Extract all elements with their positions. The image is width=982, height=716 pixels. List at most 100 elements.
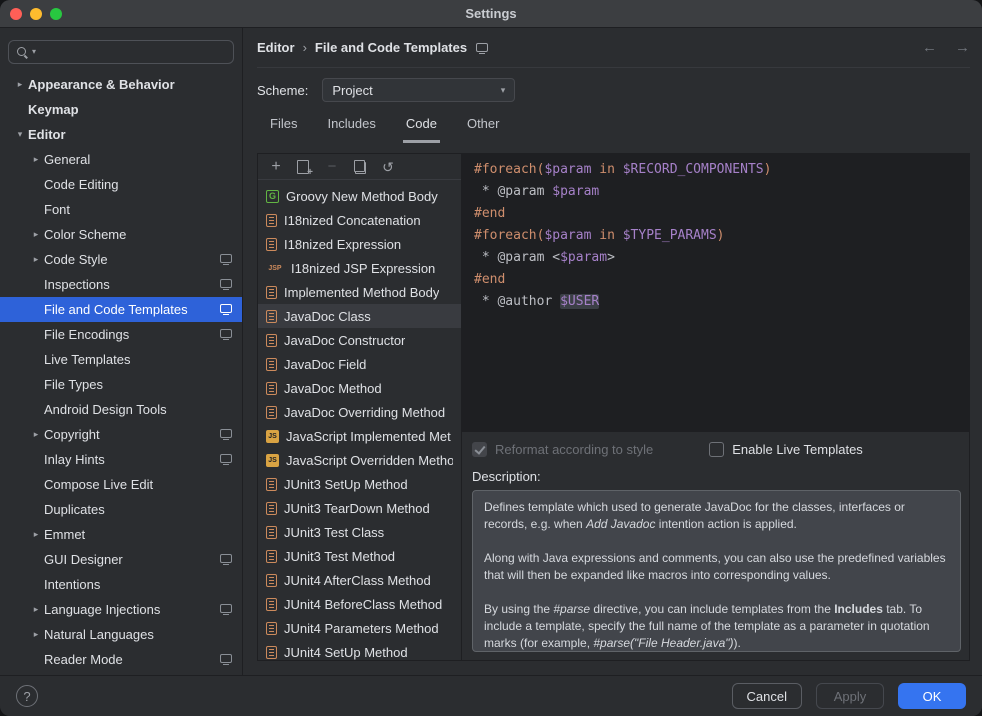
minimize-button[interactable] — [30, 8, 42, 20]
sidebar-item-duplicates[interactable]: Duplicates — [0, 497, 242, 522]
sidebar-item-editor[interactable]: ▾Editor — [0, 122, 242, 147]
monitor-icon — [220, 654, 232, 663]
template-item-javadoc-field[interactable]: JavaDoc Field — [258, 352, 461, 376]
window-controls — [0, 8, 62, 20]
template-item-junit4-setup-method[interactable]: JUnit4 SetUp Method — [258, 640, 461, 660]
sidebar-item-label: Intentions — [44, 577, 100, 592]
template-item-javascript-overridden-metho[interactable]: JSJavaScript Overridden Metho — [258, 448, 461, 472]
sidebar-item-live-templates[interactable]: Live Templates — [0, 347, 242, 372]
chevron-right-icon[interactable]: ▸ — [28, 255, 44, 264]
template-item-label: JavaDoc Constructor — [284, 333, 405, 348]
template-item-label: I18nized Concatenation — [284, 213, 421, 228]
monitor-icon — [220, 429, 232, 438]
close-button[interactable] — [10, 8, 22, 20]
template-item-javadoc-overriding-method[interactable]: JavaDoc Overriding Method — [258, 400, 461, 424]
template-item-junit3-teardown-method[interactable]: JUnit3 TearDown Method — [258, 496, 461, 520]
sidebar-item-reader-mode[interactable]: Reader Mode — [0, 647, 242, 672]
sidebar-item-inlay-hints[interactable]: Inlay Hints — [0, 447, 242, 472]
sidebar-item-label: Appearance & Behavior — [28, 77, 175, 92]
tab-other[interactable]: Other — [464, 112, 503, 143]
scheme-select[interactable]: Project ▾ — [322, 78, 515, 102]
titlebar[interactable]: Settings — [0, 0, 982, 28]
template-item-junit3-setup-method[interactable]: JUnit3 SetUp Method — [258, 472, 461, 496]
template-list: GGroovy New Method Body I18nized Concaten… — [258, 180, 461, 660]
chevron-right-icon[interactable]: ▸ — [28, 430, 44, 439]
chevron-right-icon[interactable]: ▸ — [28, 230, 44, 239]
template-item-implemented-method-body[interactable]: Implemented Method Body — [258, 280, 461, 304]
sidebar-item-keymap[interactable]: Keymap — [0, 97, 242, 122]
sidebar-item-font[interactable]: Font — [0, 197, 242, 222]
scheme-label: Scheme: — [257, 83, 308, 98]
monitor-icon — [220, 279, 232, 288]
chevron-down-icon[interactable]: ▾ — [12, 130, 28, 139]
sidebar-item-android-design-tools[interactable]: Android Design Tools — [0, 397, 242, 422]
tab-includes[interactable]: Includes — [324, 112, 378, 143]
monitor-icon — [220, 304, 232, 313]
sidebar-item-language-injections[interactable]: ▸Language Injections — [0, 597, 242, 622]
template-item-label: JUnit3 Test Method — [284, 549, 395, 564]
search-input[interactable]: ▾ — [8, 40, 234, 64]
sidebar-item-file-and-code-templates[interactable]: File and Code Templates — [0, 297, 242, 322]
forward-button[interactable]: → — [955, 39, 970, 56]
chevron-right-icon[interactable]: ▸ — [28, 155, 44, 164]
template-item-junit3-test-method[interactable]: JUnit3 Test Method — [258, 544, 461, 568]
code-editor[interactable]: #foreach($param in $RECORD_COMPONENTS) *… — [462, 154, 969, 432]
search-history-chevron-icon[interactable]: ▾ — [32, 48, 36, 56]
tab-files[interactable]: Files — [267, 112, 300, 143]
sidebar-item-file-encodings[interactable]: File Encodings — [0, 322, 242, 347]
sidebar-item-label: Color Scheme — [44, 227, 126, 242]
ok-button[interactable]: OK — [898, 683, 966, 709]
create-template-icon[interactable] — [296, 159, 312, 175]
checkbox-icon[interactable] — [709, 442, 724, 457]
template-file-icon — [266, 478, 277, 491]
sidebar-item-emmet[interactable]: ▸Emmet — [0, 522, 242, 547]
apply-button[interactable]: Apply — [816, 683, 884, 709]
sidebar-item-label: Inlay Hints — [44, 452, 105, 467]
template-item-junit4-afterclass-method[interactable]: JUnit4 AfterClass Method — [258, 568, 461, 592]
sidebar-item-color-scheme[interactable]: ▸Color Scheme — [0, 222, 242, 247]
sidebar-item-compose-live-edit[interactable]: Compose Live Edit — [0, 472, 242, 497]
sidebar-item-inspections[interactable]: Inspections — [0, 272, 242, 297]
sidebar-item-copyright[interactable]: ▸Copyright — [0, 422, 242, 447]
add-icon[interactable] — [268, 159, 284, 175]
sidebar-item-appearance-behavior[interactable]: ▸Appearance & Behavior — [0, 72, 242, 97]
template-item-javadoc-class[interactable]: JavaDoc Class — [258, 304, 461, 328]
sidebar-item-code-style[interactable]: ▸Code Style — [0, 247, 242, 272]
template-item-i18nized-concatenation[interactable]: I18nized Concatenation — [258, 208, 461, 232]
chevron-right-icon[interactable]: ▸ — [12, 80, 28, 89]
sidebar-item-natural-languages[interactable]: ▸Natural Languages — [0, 622, 242, 647]
breadcrumb-editor[interactable]: Editor — [257, 40, 295, 55]
template-item-junit4-beforeclass-method[interactable]: JUnit4 BeforeClass Method — [258, 592, 461, 616]
reset-icon[interactable] — [380, 159, 396, 175]
back-button[interactable]: ← — [922, 39, 937, 56]
copy-icon[interactable] — [352, 159, 368, 175]
template-item-javascript-implemented-met[interactable]: JSJavaScript Implemented Met — [258, 424, 461, 448]
template-item-groovy-new-method-body[interactable]: GGroovy New Method Body — [258, 184, 461, 208]
sidebar-item-intentions[interactable]: Intentions — [0, 572, 242, 597]
template-item-i18nized-expression[interactable]: I18nized Expression — [258, 232, 461, 256]
sidebar-item-general[interactable]: ▸General — [0, 147, 242, 172]
sidebar-item-code-editing[interactable]: Code Editing — [0, 172, 242, 197]
template-file-icon — [266, 646, 277, 659]
zoom-button[interactable] — [50, 8, 62, 20]
template-item-i18nized-jsp-expression[interactable]: JSPI18nized JSP Expression — [258, 256, 461, 280]
tab-code[interactable]: Code — [403, 112, 440, 143]
remove-icon[interactable] — [324, 159, 340, 175]
template-file-icon — [266, 550, 277, 563]
cancel-button[interactable]: Cancel — [732, 683, 802, 709]
chevron-right-icon[interactable]: ▸ — [28, 530, 44, 539]
template-item-javadoc-constructor[interactable]: JavaDoc Constructor — [258, 328, 461, 352]
template-item-label: JUnit3 SetUp Method — [284, 477, 408, 492]
chevron-right-icon[interactable]: ▸ — [28, 605, 44, 614]
enable-live-templates-checkbox[interactable]: Enable Live Templates — [709, 442, 863, 457]
chevron-right-icon[interactable]: ▸ — [28, 630, 44, 639]
sidebar-item-file-types[interactable]: File Types — [0, 372, 242, 397]
sidebar-item-gui-designer[interactable]: GUI Designer — [0, 547, 242, 572]
scheme-row: Scheme: Project ▾ — [257, 76, 970, 104]
help-button[interactable]: ? — [16, 685, 38, 707]
code-line: #foreach($param in $TYPE_PARAMS) — [474, 225, 957, 247]
template-item-junit4-parameters-method[interactable]: JUnit4 Parameters Method — [258, 616, 461, 640]
template-item-javadoc-method[interactable]: JavaDoc Method — [258, 376, 461, 400]
template-item-junit3-test-class[interactable]: JUnit3 Test Class — [258, 520, 461, 544]
chevron-down-icon: ▾ — [501, 86, 506, 95]
